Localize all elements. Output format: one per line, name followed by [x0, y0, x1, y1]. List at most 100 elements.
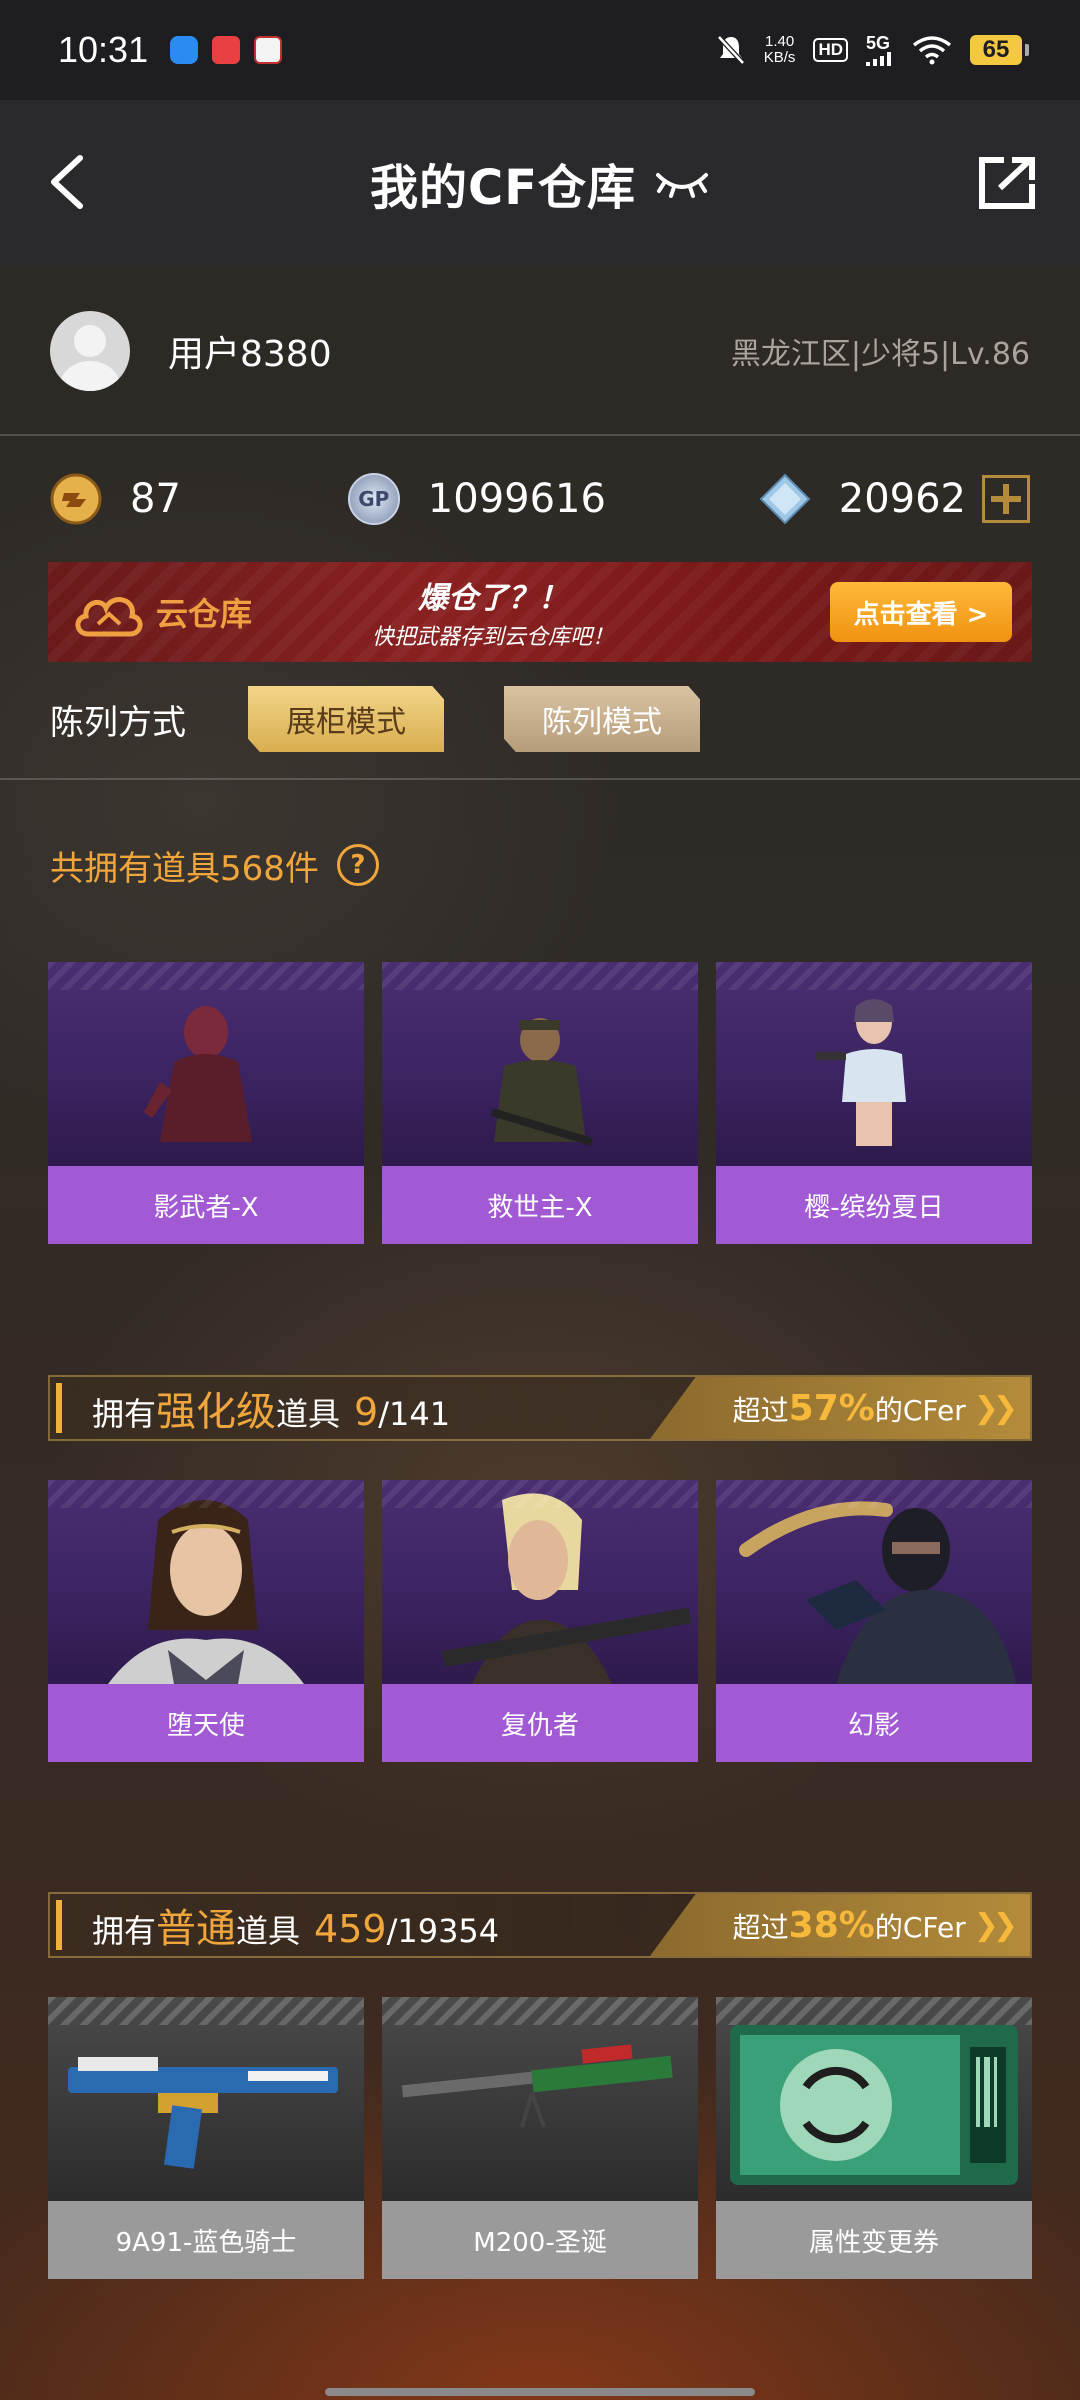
cell-signal: 5G	[866, 34, 894, 66]
share-icon[interactable]	[978, 156, 1036, 210]
item-card[interactable]: 堕天使	[48, 1480, 364, 1762]
featured-items-grid: 影武者-X 救世主-X 樱-缤纷夏日	[48, 962, 1032, 1244]
normal-items-grid: 9A91-蓝色骑士 M200-圣诞 属性变更券	[48, 1997, 1032, 2279]
user-region-rank: 黑龙江区|少将5|Lv.86	[730, 337, 1030, 372]
gp-icon-label: GP	[358, 487, 390, 511]
display-mode-label: 陈列方式	[50, 702, 186, 743]
item-image	[48, 962, 364, 1166]
item-name: 属性变更券	[716, 2201, 1032, 2279]
cloud-storage-banner[interactable]: 云仓库 爆仓了？！ 快把武器存到云仓库吧！ 点击查看 >	[48, 562, 1032, 662]
status-bar: 10:31 1.40 KB/s HD 5G 65	[0, 0, 1080, 100]
item-name: 樱-缤纷夏日	[716, 1166, 1032, 1244]
user-info-row: 用户8380 黑龙江区|少将5|Lv.86	[0, 268, 1080, 436]
plus-icon	[991, 484, 1021, 514]
display-mode-row: 陈列方式 展柜模式 陈列模式	[0, 680, 1080, 780]
banner-slogan-line1: 爆仓了？！	[418, 581, 569, 616]
list-mode-button[interactable]: 陈列模式	[504, 686, 700, 752]
sniper-rifle-icon	[401, 2044, 673, 2128]
item-card[interactable]: 幻影	[716, 1480, 1032, 1762]
enhanced-items-header[interactable]: 拥有 强化级 道具 9 /141 超过 57% 的CFer ❯❯	[48, 1375, 1032, 1441]
item-name: 幻影	[716, 1684, 1032, 1762]
signal-bars-icon	[866, 52, 891, 66]
normal-total: /19354	[386, 1912, 500, 1950]
gp-balance: GP 1099616	[347, 473, 759, 525]
cf-coin-icon	[50, 473, 102, 525]
item-image	[716, 1480, 1032, 1684]
normal-items-header[interactable]: 拥有 普通 道具 459 /19354 超过 38% 的CFer ❯❯	[48, 1892, 1032, 1958]
status-app-icons	[170, 36, 283, 64]
banner-slogan: 爆仓了？！ 快把武器存到云仓库吧！	[372, 573, 614, 651]
back-arrow-icon[interactable]	[44, 152, 104, 212]
notification-app-icon	[254, 36, 283, 64]
item-total: 共拥有道具568件 ?	[50, 840, 379, 890]
notification-app-icon	[212, 36, 241, 64]
item-card[interactable]: 属性变更券	[716, 1997, 1032, 2279]
attribute-ticket-icon	[730, 2025, 1018, 2185]
showcase-mode-button[interactable]: 展柜模式	[248, 686, 444, 752]
enhanced-count: 9	[354, 1390, 379, 1434]
enhanced-pct: 57%	[788, 1387, 875, 1429]
enhanced-header-text: 拥有 强化级 道具 9 /141	[92, 1379, 450, 1437]
wifi-icon	[912, 36, 952, 65]
battery-indicator: 65	[970, 35, 1029, 65]
character-figure-icon	[144, 1006, 252, 1142]
item-card[interactable]: 救世主-X	[382, 962, 698, 1244]
item-card[interactable]: 9A91-蓝色骑士	[48, 1997, 364, 2279]
character-figure-icon	[816, 999, 906, 1146]
net-speed-unit: KB/s	[763, 49, 796, 66]
item-image	[382, 1997, 698, 2201]
enhanced-percentile: 超过 57% 的CFer ❯❯	[650, 1377, 1030, 1439]
item-card[interactable]: 樱-缤纷夏日	[716, 962, 1032, 1244]
diamond-balance: 20962	[759, 473, 1030, 525]
item-card[interactable]: 影武者-X	[48, 962, 364, 1244]
enhanced-prefix: 拥有	[92, 1395, 157, 1433]
normal-header-text: 拥有 普通 道具 459 /19354	[92, 1896, 499, 1954]
status-time: 10:31	[58, 29, 149, 70]
item-name: M200-圣诞	[382, 2201, 698, 2279]
item-image	[716, 1997, 1032, 2201]
enhanced-pct-suffix: 的CFer	[874, 1393, 966, 1427]
enhanced-suffix: 道具	[276, 1395, 341, 1433]
cf-points-value: 87	[130, 476, 181, 522]
help-icon[interactable]: ?	[336, 844, 379, 886]
view-cloud-button[interactable]: 点击查看 >	[830, 582, 1012, 642]
normal-tier: 普通	[156, 1906, 237, 1952]
item-name: 堕天使	[48, 1684, 364, 1762]
cloud-logo: 云仓库	[72, 584, 252, 640]
item-name: 9A91-蓝色骑士	[48, 2201, 364, 2279]
enhanced-pct-prefix: 超过	[732, 1393, 789, 1427]
item-total-text: 共拥有道具568件	[50, 848, 319, 889]
cloud-brand: 云仓库	[156, 595, 253, 633]
item-image	[48, 1480, 364, 1684]
character-portrait-icon	[739, 1501, 1016, 1684]
normal-prefix: 拥有	[92, 1912, 157, 1950]
banner-slogan-line2: 快把武器存到云仓库吧！	[372, 625, 615, 650]
item-name: 复仇者	[382, 1684, 698, 1762]
item-image	[48, 1997, 364, 2201]
item-card[interactable]: 复仇者	[382, 1480, 698, 1762]
net-speed-value: 1.40	[764, 33, 795, 50]
signal-label: 5G	[866, 33, 891, 53]
double-chevron-icon: ❯❯	[973, 1390, 1018, 1426]
normal-pct-prefix: 超过	[732, 1910, 789, 1944]
gp-coin-icon: GP	[347, 473, 400, 525]
enhanced-tier: 强化级	[156, 1389, 277, 1435]
diamond-value: 20962	[838, 476, 966, 522]
item-name: 影武者-X	[48, 1166, 364, 1244]
enhanced-percentile-text: 超过 57% 的CFer	[733, 1388, 966, 1429]
eye-closed-icon[interactable]	[654, 165, 710, 201]
double-chevron-icon: ❯❯	[973, 1907, 1018, 1943]
item-card[interactable]: M200-圣诞	[382, 1997, 698, 2279]
normal-pct-suffix: 的CFer	[874, 1910, 966, 1944]
page-title: 我的CF仓库	[369, 159, 637, 216]
normal-pct: 38%	[788, 1904, 875, 1946]
network-speed: 1.40 KB/s	[764, 34, 796, 66]
avatar[interactable]	[50, 311, 130, 391]
normal-suffix: 道具	[236, 1912, 301, 1950]
home-indicator[interactable]	[325, 2388, 755, 2396]
add-diamond-button[interactable]	[982, 475, 1030, 523]
nav-bar: 我的CF仓库	[0, 100, 1080, 265]
notification-app-icon	[170, 36, 199, 64]
character-portrait-icon	[442, 1493, 692, 1684]
gp-value: 1099616	[427, 476, 606, 522]
